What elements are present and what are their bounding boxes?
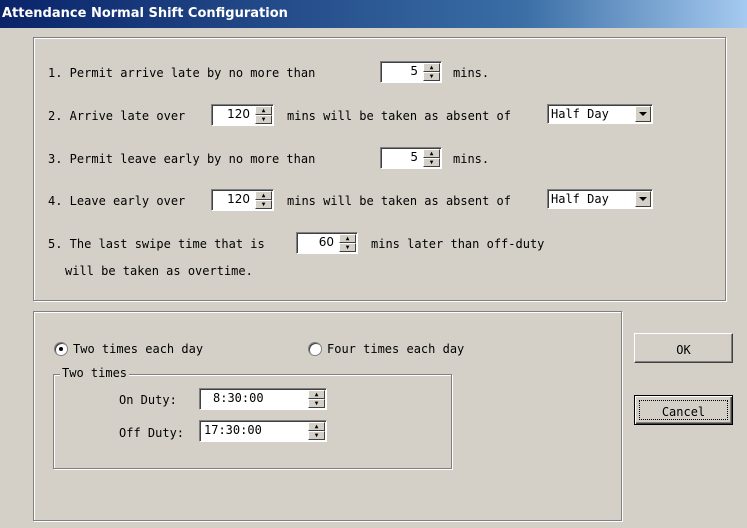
leave-early-over-value: 120: [227, 192, 250, 206]
ok-button[interactable]: OK: [634, 333, 733, 363]
rule4-label: 4. Leave early over: [48, 194, 186, 208]
arrive-late-over-spinner[interactable]: 120 ▲ ▼: [211, 104, 274, 126]
rule2-label: 2. Arrive late over: [48, 109, 186, 123]
arrive-late-absent-value: Half Day: [551, 107, 609, 121]
ok-button-label: OK: [676, 343, 691, 357]
two-times-group-title: Two times: [60, 366, 130, 380]
off-duty-time-input[interactable]: 17:30:00 ▲ ▼: [199, 420, 327, 442]
spin-updown-icon[interactable]: ▲ ▼: [255, 106, 272, 124]
arrive-late-absent-select[interactable]: Half Day: [547, 104, 653, 124]
spin-updown-icon[interactable]: ▲ ▼: [423, 63, 440, 81]
off-duty-label: Off Duty:: [119, 426, 185, 440]
spin-updown-icon[interactable]: ▲ ▼: [339, 234, 356, 252]
chevron-down-icon[interactable]: [635, 106, 651, 122]
late-minutes-spinner[interactable]: 5 ▲ ▼: [380, 61, 442, 83]
four-times-label[interactable]: Four times each day: [327, 342, 464, 356]
leave-early-absent-select[interactable]: Half Day: [547, 189, 653, 209]
rule5-label: 5. The last swipe time that is: [48, 237, 265, 251]
overtime-minutes-spinner[interactable]: 60 ▲ ▼: [296, 232, 358, 254]
late-minutes-value: 5: [410, 64, 418, 78]
leave-early-minutes-spinner[interactable]: 5 ▲ ▼: [380, 147, 442, 169]
rule3-label: 3. Permit leave early by no more than: [48, 152, 316, 166]
leave-early-over-spinner[interactable]: 120 ▲ ▼: [211, 189, 274, 211]
cancel-button[interactable]: Cancel: [634, 395, 733, 425]
cancel-button-label: Cancel: [661, 405, 706, 419]
two-times-radio[interactable]: [54, 342, 68, 356]
spin-updown-icon[interactable]: ▲ ▼: [308, 422, 325, 440]
on-duty-time-input[interactable]: 8:30:00 ▲ ▼: [199, 388, 327, 410]
two-times-label[interactable]: Two times each day: [73, 342, 203, 356]
spin-updown-icon[interactable]: ▲ ▼: [308, 390, 325, 408]
off-duty-time-value: 17:30:00: [204, 423, 262, 437]
rule5-text: mins later than off-duty: [371, 237, 545, 251]
on-duty-label: On Duty:: [119, 393, 177, 407]
on-duty-time-value: 8:30:00: [213, 391, 264, 405]
chevron-down-icon[interactable]: [635, 191, 651, 207]
rule5-line2: will be taken as overtime.: [65, 264, 253, 278]
four-times-radio[interactable]: [308, 342, 322, 356]
spin-updown-icon[interactable]: ▲ ▼: [423, 149, 440, 167]
overtime-minutes-value: 60: [318, 235, 334, 249]
spin-updown-icon[interactable]: ▲ ▼: [255, 191, 272, 209]
arrive-late-over-value: 120: [227, 107, 250, 121]
window-title: Attendance Normal Shift Configuration: [2, 6, 288, 21]
rule1-label: 1. Permit arrive late by no more than: [48, 66, 316, 80]
leave-early-absent-value: Half Day: [551, 192, 609, 206]
rule3-unit: mins.: [453, 152, 490, 166]
rule2-text: mins will be taken as absent of: [287, 109, 511, 123]
leave-early-minutes-value: 5: [410, 150, 418, 164]
rule1-unit: mins.: [453, 66, 490, 80]
title-bar[interactable]: Attendance Normal Shift Configuration: [0, 0, 747, 28]
rule4-text: mins will be taken as absent of: [287, 194, 511, 208]
